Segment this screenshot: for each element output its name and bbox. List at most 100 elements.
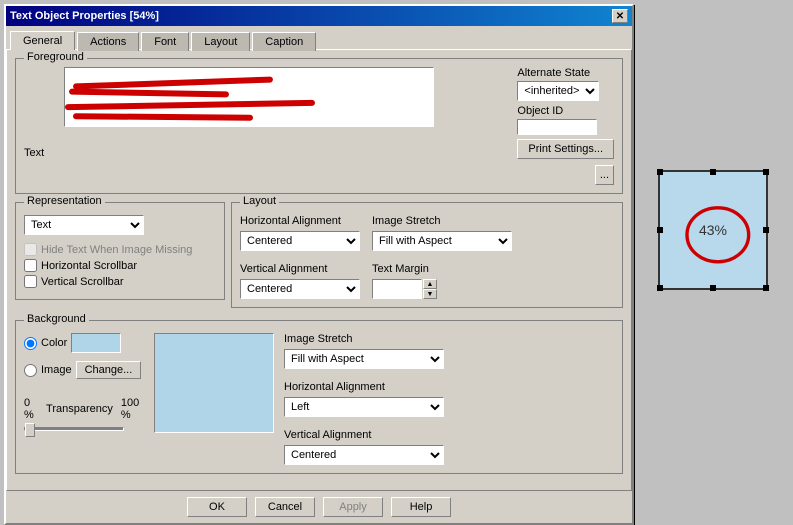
foreground-label: Foreground	[24, 51, 87, 63]
background-section: Background Color Image Change...	[15, 320, 623, 474]
image-label: Image	[41, 364, 72, 376]
alt-state-label: Alternate State	[517, 67, 614, 79]
color-radio[interactable]	[24, 337, 37, 350]
transparency-label: Transparency	[46, 403, 113, 415]
v-align-select[interactable]: Centered Top Bottom	[240, 279, 360, 299]
tab-content-general: Foreground Text Alternate State	[6, 49, 632, 491]
right-controls: Alternate State <inherited> Object ID TX…	[517, 67, 614, 159]
preview-box: 43%	[658, 170, 768, 290]
handle-ml	[657, 227, 663, 233]
object-id-label: Object ID	[517, 105, 614, 117]
tab-caption[interactable]: Caption	[252, 32, 316, 51]
h-scrollbar-row: Horizontal Scrollbar	[24, 259, 216, 272]
color-radio-row: Color	[24, 333, 144, 353]
main-window: Text Object Properties [54%] ✕ General A…	[4, 4, 634, 525]
help-button[interactable]: Help	[391, 497, 451, 517]
transparency-slider-thumb[interactable]	[25, 423, 35, 437]
redline-decoration-2	[69, 89, 229, 98]
tab-layout[interactable]: Layout	[191, 32, 250, 51]
h-scrollbar-label: Horizontal Scrollbar	[41, 260, 137, 272]
handle-br	[763, 285, 769, 291]
image-stretch-label: Image Stretch	[372, 215, 512, 227]
redline-decoration-3	[65, 100, 315, 110]
spin-buttons: ▲ ▼	[423, 279, 437, 299]
text-margin-input[interactable]: 2 pt	[372, 279, 422, 299]
spin-up-button[interactable]: ▲	[423, 279, 437, 289]
bg-v-align-select[interactable]: Centered Top Bottom	[284, 445, 444, 465]
handle-tl	[657, 169, 663, 175]
layout-col-left: Horizontal Alignment Centered Left Right…	[240, 215, 360, 299]
text-margin-spinbox: 2 pt ▲ ▼	[372, 279, 512, 299]
title-bar: Text Object Properties [54%] ✕	[6, 6, 632, 26]
representation-select[interactable]: Text Image	[24, 215, 144, 235]
preview-percent-label: 43%	[699, 222, 727, 238]
representation-label: Representation	[24, 195, 105, 207]
ok-button[interactable]: OK	[187, 497, 247, 517]
tab-font[interactable]: Font	[141, 32, 189, 51]
text-margin-label: Text Margin	[372, 263, 512, 275]
bg-right-col: Image Stretch Fill with Aspect No Stretc…	[284, 333, 614, 465]
alt-state-row: Text Alternate State <inherite	[24, 67, 614, 159]
preview-area: 43%	[648, 160, 778, 310]
text-field-label: Text	[24, 147, 44, 159]
color-label: Color	[41, 337, 67, 349]
left-panel: Representation Text Image Hide Text When…	[15, 202, 225, 316]
bg-image-preview	[154, 333, 274, 433]
background-label: Background	[24, 313, 89, 325]
representation-select-area: Text Image	[24, 215, 216, 235]
hide-text-row: Hide Text When Image Missing	[24, 243, 216, 256]
image-stretch-select[interactable]: Fill with Aspect No Stretch Fill	[372, 231, 512, 251]
tab-general[interactable]: General	[10, 31, 75, 50]
handle-bl	[657, 285, 663, 291]
tab-actions[interactable]: Actions	[77, 32, 139, 51]
transparency-100-label: 100 %	[121, 397, 144, 421]
h-scrollbar-checkbox[interactable]	[24, 259, 37, 272]
layout-label: Layout	[240, 195, 279, 207]
apply-button[interactable]: Apply	[323, 497, 383, 517]
redline-decoration-1	[73, 77, 273, 90]
color-preview-box[interactable]	[71, 333, 121, 353]
bg-v-align-label: Vertical Alignment	[284, 429, 614, 441]
layout-col-right: Image Stretch Fill with Aspect No Stretc…	[372, 215, 512, 299]
alt-state-select[interactable]: <inherited>	[517, 81, 599, 101]
v-align-label: Vertical Alignment	[240, 263, 360, 275]
foreground-section: Foreground Text Alternate State	[15, 58, 623, 194]
bg-inner: Color Image Change... 0 % Transparency	[24, 333, 614, 465]
bg-h-align-select[interactable]: Left Centered Right	[284, 397, 444, 417]
dots-button[interactable]: ...	[595, 165, 614, 185]
layout-section: Layout Horizontal Alignment Centered Lef…	[231, 202, 623, 308]
redline-decoration-4	[73, 113, 253, 121]
handle-mr	[763, 227, 769, 233]
hide-text-checkbox[interactable]	[24, 243, 37, 256]
image-radio-row: Image Change...	[24, 361, 144, 379]
bottom-buttons: OK Cancel Apply Help	[6, 491, 632, 523]
handle-bm	[710, 285, 716, 291]
cancel-button[interactable]: Cancel	[255, 497, 315, 517]
bg-image-stretch-select[interactable]: Fill with Aspect No Stretch Fill	[284, 349, 444, 369]
print-settings-button[interactable]: Print Settings...	[517, 139, 614, 159]
representation-section: Representation Text Image Hide Text When…	[15, 202, 225, 300]
bg-left-col: Color Image Change... 0 % Transparency	[24, 333, 144, 465]
window-title: Text Object Properties [54%]	[10, 10, 159, 22]
h-align-select[interactable]: Centered Left Right	[240, 231, 360, 251]
change-button[interactable]: Change...	[76, 361, 142, 379]
image-radio[interactable]	[24, 364, 37, 377]
object-id-group: Object ID TX858	[517, 105, 614, 135]
v-scrollbar-checkbox[interactable]	[24, 275, 37, 288]
text-display	[64, 67, 434, 127]
bg-image-stretch-label: Image Stretch	[284, 333, 614, 345]
alt-state-select-row: <inherited>	[517, 81, 614, 101]
handle-tr	[763, 169, 769, 175]
handle-tm	[710, 169, 716, 175]
transparency-slider-track[interactable]	[24, 427, 124, 431]
spin-down-button[interactable]: ▼	[423, 289, 437, 299]
bg-h-align-label: Horizontal Alignment	[284, 381, 614, 393]
alt-state-group: Alternate State <inherited>	[517, 67, 614, 101]
right-panel: Layout Horizontal Alignment Centered Lef…	[231, 202, 623, 316]
v-scrollbar-row: Vertical Scrollbar	[24, 275, 216, 288]
close-button[interactable]: ✕	[612, 9, 628, 23]
text-area-container	[64, 67, 501, 159]
object-id-input[interactable]: TX858	[517, 119, 597, 135]
layout-inner: Horizontal Alignment Centered Left Right…	[240, 215, 614, 299]
main-layout: Representation Text Image Hide Text When…	[15, 202, 623, 316]
